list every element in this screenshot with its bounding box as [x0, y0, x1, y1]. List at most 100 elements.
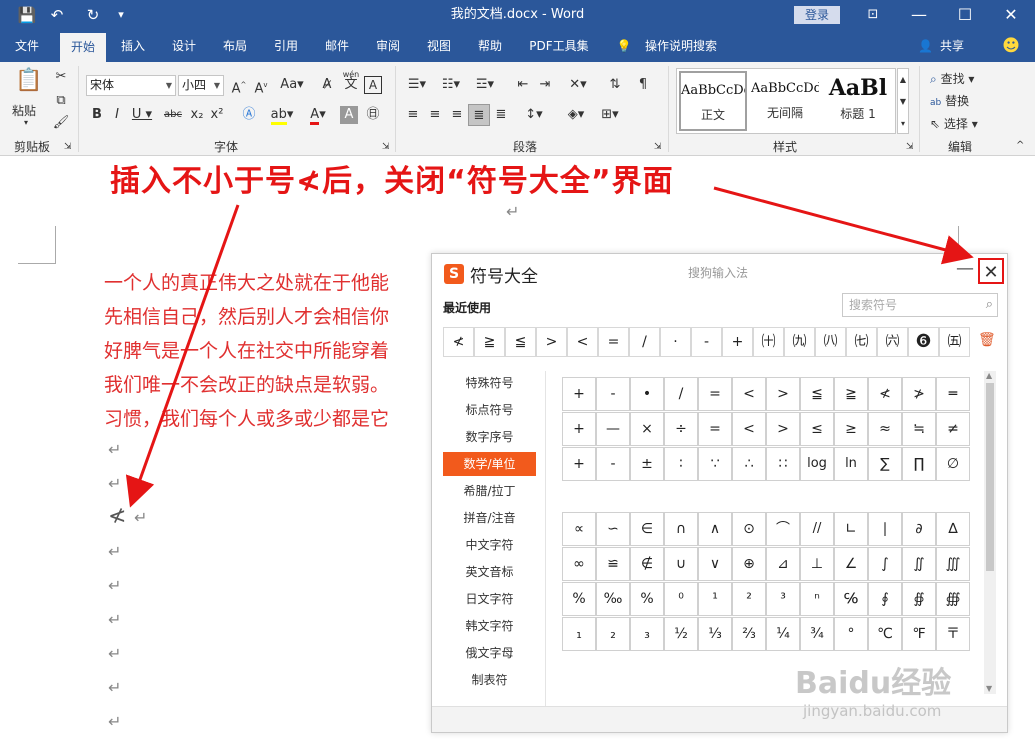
tab-view[interactable]: 视图	[418, 30, 460, 62]
category-item[interactable]: 标点符号	[443, 398, 536, 422]
category-item[interactable]: 日文字符	[443, 587, 536, 611]
paste-icon[interactable]: 📋	[12, 68, 46, 98]
symbol-cell[interactable]: ≤	[800, 412, 834, 446]
style-normal[interactable]: AaBbCcDd 正文	[679, 71, 747, 131]
underline-icon[interactable]: U ▾	[128, 104, 156, 126]
copy-icon[interactable]: ⧉	[50, 90, 72, 112]
font-name-dropdown[interactable]: 宋体 ▼	[86, 75, 176, 96]
symbol-cell[interactable]: ⅓	[698, 617, 732, 651]
align-center-icon[interactable]: ≡	[424, 104, 446, 126]
symbol-cell[interactable]: ∵	[698, 447, 732, 481]
cut-icon[interactable]: ✂	[50, 66, 72, 88]
recent-symbol-cell[interactable]: ㈨	[784, 327, 815, 357]
sort-icon[interactable]: ⇅	[604, 74, 626, 96]
collapse-ribbon-icon[interactable]: ^	[1016, 140, 1024, 151]
symbol-cell[interactable]: ₂	[596, 617, 630, 651]
symbol-cell[interactable]: ≮	[868, 377, 902, 411]
symbol-cell[interactable]: -	[596, 447, 630, 481]
bullets-icon[interactable]: ☰▾	[402, 74, 432, 96]
symbol-cell[interactable]: ∈	[630, 512, 664, 546]
category-item[interactable]: 拼音/注音	[443, 506, 536, 530]
symbol-cell[interactable]: ∠	[834, 547, 868, 581]
symbol-cell[interactable]: ≥	[834, 412, 868, 446]
tab-pdf-tools[interactable]: PDF工具集	[524, 30, 594, 62]
symbol-cell[interactable]: ≦	[800, 377, 834, 411]
character-shading-icon[interactable]: A	[340, 106, 358, 124]
maximize-icon[interactable]: ☐	[942, 0, 988, 30]
symbol-cell[interactable]: ¾	[800, 617, 834, 651]
highlight-color-icon[interactable]: ab▾	[268, 104, 296, 126]
justify-icon[interactable]: ≣	[468, 104, 490, 126]
symbol-cell[interactable]: ∬	[902, 547, 936, 581]
symbol-cell[interactable]: ∽	[596, 512, 630, 546]
recent-symbol-cell[interactable]: ≦	[505, 327, 536, 357]
symbol-cell[interactable]: ³	[766, 582, 800, 616]
clipboard-launcher-icon[interactable]: ⇲	[64, 142, 72, 152]
symbol-cell[interactable]: ±	[630, 447, 664, 481]
change-case-icon[interactable]: Aa▾	[278, 74, 306, 96]
italic-icon[interactable]: I	[106, 104, 128, 126]
enclose-characters-icon[interactable]: ㊐	[362, 104, 384, 126]
symbol-cell[interactable]: ⌒	[766, 512, 800, 546]
symbol-cell[interactable]: ⊿	[766, 547, 800, 581]
paragraph-launcher-icon[interactable]: ⇲	[654, 142, 662, 152]
numbering-icon[interactable]: ☷▾	[436, 74, 466, 96]
trash-icon[interactable]: 🗑	[978, 332, 996, 348]
recent-symbol-cell[interactable]: ㈩	[753, 327, 784, 357]
symbol-cell[interactable]: /	[664, 377, 698, 411]
category-item[interactable]: 俄文字母	[443, 641, 536, 665]
symbol-cell[interactable]: ×	[630, 412, 664, 446]
symbol-cell[interactable]: ∣	[868, 512, 902, 546]
shading-icon[interactable]: ◈▾	[562, 104, 590, 126]
recent-symbol-cell[interactable]: <	[567, 327, 598, 357]
symbol-cell[interactable]: ∫	[868, 547, 902, 581]
increase-indent-icon[interactable]: ⇥	[534, 74, 556, 96]
symbol-cell[interactable]: %	[562, 582, 596, 616]
symbol-cell[interactable]: ∴	[732, 447, 766, 481]
recent-symbol-cell[interactable]: ·	[660, 327, 691, 357]
symbol-cell[interactable]: ⊥	[800, 547, 834, 581]
symbol-cell[interactable]: ÷	[664, 412, 698, 446]
symbol-cell[interactable]: ∝	[562, 512, 596, 546]
style-no-spacing[interactable]: AaBbCcDd 无间隔	[751, 71, 819, 131]
symbol-cell[interactable]: ∨	[698, 547, 732, 581]
symbol-cell[interactable]: ⊕	[732, 547, 766, 581]
symbol-cell[interactable]: ∆	[936, 512, 970, 546]
tab-design[interactable]: 设计	[163, 30, 205, 62]
symbol-cell[interactable]: ∶	[664, 447, 698, 481]
symbol-cell[interactable]: ∮	[868, 582, 902, 616]
symbol-cell[interactable]: ∯	[902, 582, 936, 616]
symbol-cell[interactable]: ⁰	[664, 582, 698, 616]
font-color-icon[interactable]: A▾	[304, 104, 332, 126]
symbol-cell[interactable]: ≯	[902, 377, 936, 411]
symbol-cell[interactable]: 〒	[936, 617, 970, 651]
smiley-feedback-icon[interactable]: ☻	[998, 30, 1024, 62]
format-painter-icon[interactable]: 🖌	[50, 112, 72, 134]
symbol-cell[interactable]: °	[834, 617, 868, 651]
recent-symbol-cell[interactable]: ㈤	[939, 327, 970, 357]
category-item[interactable]: 韩文字符	[443, 614, 536, 638]
symbol-cell[interactable]: ∅	[936, 447, 970, 481]
tab-mailings[interactable]: 邮件	[316, 30, 358, 62]
symbol-cell[interactable]: ∞	[562, 547, 596, 581]
symbol-cell[interactable]: ℉	[902, 617, 936, 651]
login-button[interactable]: 登录	[794, 6, 840, 24]
symbol-cell[interactable]: ¼	[766, 617, 800, 651]
symbol-cell[interactable]: +	[562, 412, 596, 446]
recent-symbol-cell[interactable]: +	[722, 327, 753, 357]
symbol-cell[interactable]: -	[596, 377, 630, 411]
align-left-icon[interactable]: ≡	[402, 104, 424, 126]
symbol-cell[interactable]: ∏	[902, 447, 936, 481]
symbol-cell[interactable]: ℅	[834, 582, 868, 616]
symbol-cell[interactable]: ∭	[936, 547, 970, 581]
category-item[interactable]: 数学/单位	[443, 452, 536, 476]
symbol-cell[interactable]: ∟	[834, 512, 868, 546]
scrollbar-thumb[interactable]	[986, 383, 994, 571]
clear-formatting-icon[interactable]: A̷	[316, 74, 338, 96]
category-item[interactable]: 希腊/拉丁	[443, 479, 536, 503]
symbol-cell[interactable]: •	[630, 377, 664, 411]
recent-symbol-cell[interactable]: ❻	[908, 327, 939, 357]
symbol-cell[interactable]: —	[596, 412, 630, 446]
chinese-layout-icon[interactable]: ✕▾	[564, 74, 592, 96]
category-item[interactable]: 特殊符号	[443, 371, 536, 395]
